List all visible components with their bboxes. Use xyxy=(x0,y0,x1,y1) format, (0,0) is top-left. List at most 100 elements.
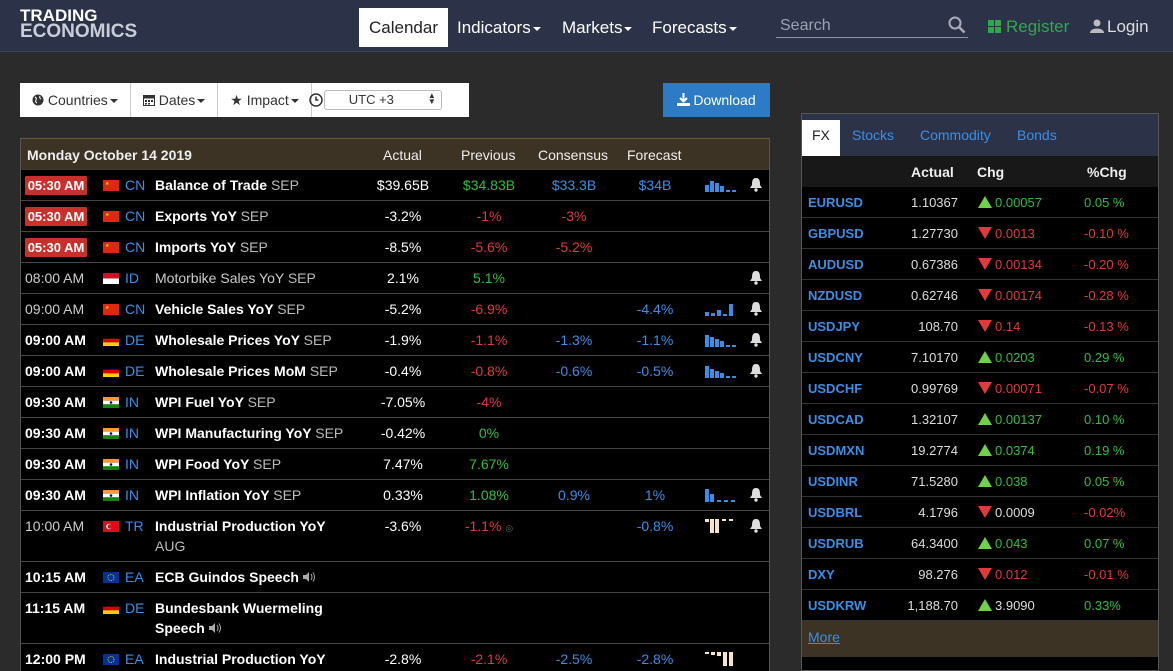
nav-markets[interactable]: Markets xyxy=(552,8,642,47)
fx-row[interactable]: USDRUB 64.3400 0.043 0.07 % xyxy=(802,528,1158,559)
event-name[interactable]: WPI Fuel YoY SEP xyxy=(155,392,355,412)
table-row[interactable]: 09:30 AM IN WPI Manufacturing YoY SEP -0… xyxy=(21,418,769,449)
event-name[interactable]: Balance of Trade SEP xyxy=(155,175,355,195)
fx-row[interactable]: DXY 98.276 0.012 -0.01 % xyxy=(802,559,1158,590)
sparkline-chart-icon[interactable] xyxy=(705,302,737,316)
timezone-select[interactable]: UTC +3 ▲ ▼ xyxy=(309,83,454,117)
fx-symbol[interactable]: USDCAD xyxy=(808,412,864,427)
fx-symbol[interactable]: USDKRW xyxy=(808,598,866,613)
download-button[interactable]: Download xyxy=(663,83,770,117)
event-name[interactable]: Wholesale Prices MoM SEP xyxy=(155,361,355,381)
fx-symbol[interactable]: USDJPY xyxy=(808,319,860,334)
table-row[interactable]: 09:30 AM IN WPI Food YoY SEP 7.47% 7.67% xyxy=(21,449,769,480)
fx-row[interactable]: EURUSD 1.10367 0.00057 0.05 % xyxy=(802,187,1158,218)
country-code[interactable]: CN xyxy=(125,177,145,193)
fx-symbol[interactable]: AUDUSD xyxy=(808,257,864,272)
register-link[interactable]: Register xyxy=(988,17,1069,37)
bell-icon[interactable] xyxy=(749,270,763,285)
event-name[interactable]: Imports YoY SEP xyxy=(155,237,355,257)
nav-forecasts[interactable]: Forecasts xyxy=(642,8,747,47)
sparkline-chart-icon[interactable] xyxy=(705,178,737,192)
table-row[interactable]: 10:00 AM TR Industrial Production YoY AUG… xyxy=(21,511,769,562)
sparkline-chart-icon[interactable] xyxy=(705,652,737,666)
event-name[interactable]: Industrial Production YoY AUG xyxy=(155,516,355,556)
nav-calendar[interactable]: Calendar xyxy=(359,8,448,47)
bell-icon[interactable] xyxy=(749,518,763,533)
table-row[interactable]: 05:30 AM ★ CN Balance of Trade SEP $39.6… xyxy=(21,170,769,201)
nav-indicators[interactable]: Indicators xyxy=(447,8,551,47)
table-row[interactable]: 09:00 AM DE Wholesale Prices YoY SEP -1.… xyxy=(21,325,769,356)
event-name[interactable]: WPI Food YoY SEP xyxy=(155,454,355,474)
event-name[interactable]: WPI Manufacturing YoY SEP xyxy=(155,423,365,443)
tab-fx[interactable]: FX xyxy=(802,120,840,156)
bell-icon[interactable] xyxy=(749,332,763,347)
tab-stocks[interactable]: Stocks xyxy=(842,120,904,156)
table-row[interactable]: 05:30 AM ★ CN Imports YoY SEP -8.5% -5.6… xyxy=(21,232,769,263)
fx-symbol[interactable]: USDBRL xyxy=(808,505,862,520)
table-row[interactable]: 09:00 AM ★ CN Vehicle Sales YoY SEP -5.2… xyxy=(21,294,769,325)
country-code[interactable]: ID xyxy=(125,270,139,286)
fx-row[interactable]: USDKRW 1,188.70 3.9090 0.33% xyxy=(802,590,1158,621)
tab-commodity[interactable]: Commodity xyxy=(910,120,1001,156)
table-row[interactable]: 11:15 AM DE Bundesbank Wuermeling Speech xyxy=(21,593,769,644)
fx-symbol[interactable]: USDRUB xyxy=(808,536,864,551)
table-row[interactable]: 05:30 AM ★ CN Exports YoY SEP -3.2% -1% … xyxy=(21,201,769,232)
fx-symbol[interactable]: USDCHF xyxy=(808,381,862,396)
fx-row[interactable]: USDBRL 4.1796 0.0009 -0.02% xyxy=(802,497,1158,528)
country-code[interactable]: IN xyxy=(125,456,139,472)
bell-icon[interactable] xyxy=(749,177,763,192)
country-code[interactable]: CN xyxy=(125,239,145,255)
fx-symbol[interactable]: USDCNY xyxy=(808,350,863,365)
sparkline-chart-icon[interactable] xyxy=(705,519,737,533)
event-name[interactable]: Exports YoY SEP xyxy=(155,206,355,226)
dates-dropdown[interactable]: Dates xyxy=(131,83,219,117)
fx-row[interactable]: USDCHF 0.99769 0.00071 -0.07 % xyxy=(802,373,1158,404)
country-code[interactable]: DE xyxy=(125,332,144,348)
fx-symbol[interactable]: DXY xyxy=(808,567,835,582)
country-code[interactable]: IN xyxy=(125,487,139,503)
fx-row[interactable]: USDINR 71.5280 0.038 0.05 % xyxy=(802,466,1158,497)
fx-row[interactable]: USDCAD 1.32107 0.00137 0.10 % xyxy=(802,404,1158,435)
event-name[interactable]: Bundesbank Wuermeling Speech xyxy=(155,598,355,638)
table-row[interactable]: 12:00 PM EA Industrial Production YoY -2… xyxy=(21,644,769,671)
login-link[interactable]: Login xyxy=(1090,17,1149,37)
search-input[interactable] xyxy=(776,14,968,38)
fx-symbol[interactable]: USDMXN xyxy=(808,443,864,458)
table-row[interactable]: 08:00 AM ID Motorbike Sales YoY SEP 2.1%… xyxy=(21,263,769,294)
fx-row[interactable]: USDCNY 7.10170 0.0203 0.29 % xyxy=(802,342,1158,373)
event-name[interactable]: ECB Guindos Speech xyxy=(155,567,355,587)
table-row[interactable]: 09:00 AM DE Wholesale Prices MoM SEP -0.… xyxy=(21,356,769,387)
search-icon[interactable] xyxy=(948,16,966,34)
sparkline-chart-icon[interactable] xyxy=(705,488,737,502)
bell-icon[interactable] xyxy=(749,487,763,502)
table-row[interactable]: 10:15 AM EA ECB Guindos Speech xyxy=(21,562,769,593)
bell-icon[interactable] xyxy=(749,301,763,316)
fx-row[interactable]: USDMXN 19.2774 0.0374 0.19 % xyxy=(802,435,1158,466)
event-name[interactable]: Wholesale Prices YoY SEP xyxy=(155,330,355,350)
country-code[interactable]: EA xyxy=(125,651,144,667)
country-code[interactable]: IN xyxy=(125,425,139,441)
fx-row[interactable]: NZDUSD 0.62746 0.00174 -0.28 % xyxy=(802,280,1158,311)
fx-symbol[interactable]: GBPUSD xyxy=(808,226,864,241)
more-link[interactable]: More xyxy=(808,629,840,645)
tab-bonds[interactable]: Bonds xyxy=(1007,120,1067,156)
fx-symbol[interactable]: EURUSD xyxy=(808,195,863,210)
country-code[interactable]: EA xyxy=(125,569,144,585)
event-name[interactable]: Vehicle Sales YoY SEP xyxy=(155,299,355,319)
fx-symbol[interactable]: USDINR xyxy=(808,474,858,489)
impact-dropdown[interactable]: ★ Impact xyxy=(218,83,312,117)
fx-row[interactable]: USDJPY 108.70 0.14 -0.13 % xyxy=(802,311,1158,342)
country-code[interactable]: DE xyxy=(125,363,144,379)
bell-icon[interactable] xyxy=(749,363,763,378)
sparkline-chart-icon[interactable] xyxy=(705,364,737,378)
sparkline-chart-icon[interactable] xyxy=(705,333,737,347)
brand-logo[interactable]: TRADING ECONOMICS xyxy=(20,7,137,41)
event-name[interactable]: WPI Inflation YoY SEP xyxy=(155,485,355,505)
fx-row[interactable]: AUDUSD 0.67386 0.00134 -0.20 % xyxy=(802,249,1158,280)
event-name[interactable]: Industrial Production YoY xyxy=(155,649,355,669)
country-code[interactable]: DE xyxy=(125,600,144,616)
fx-symbol[interactable]: NZDUSD xyxy=(808,288,862,303)
country-code[interactable]: IN xyxy=(125,394,139,410)
countries-dropdown[interactable]: Countries xyxy=(20,83,131,117)
fx-row[interactable]: GBPUSD 1.27730 0.0013 -0.10 % xyxy=(802,218,1158,249)
